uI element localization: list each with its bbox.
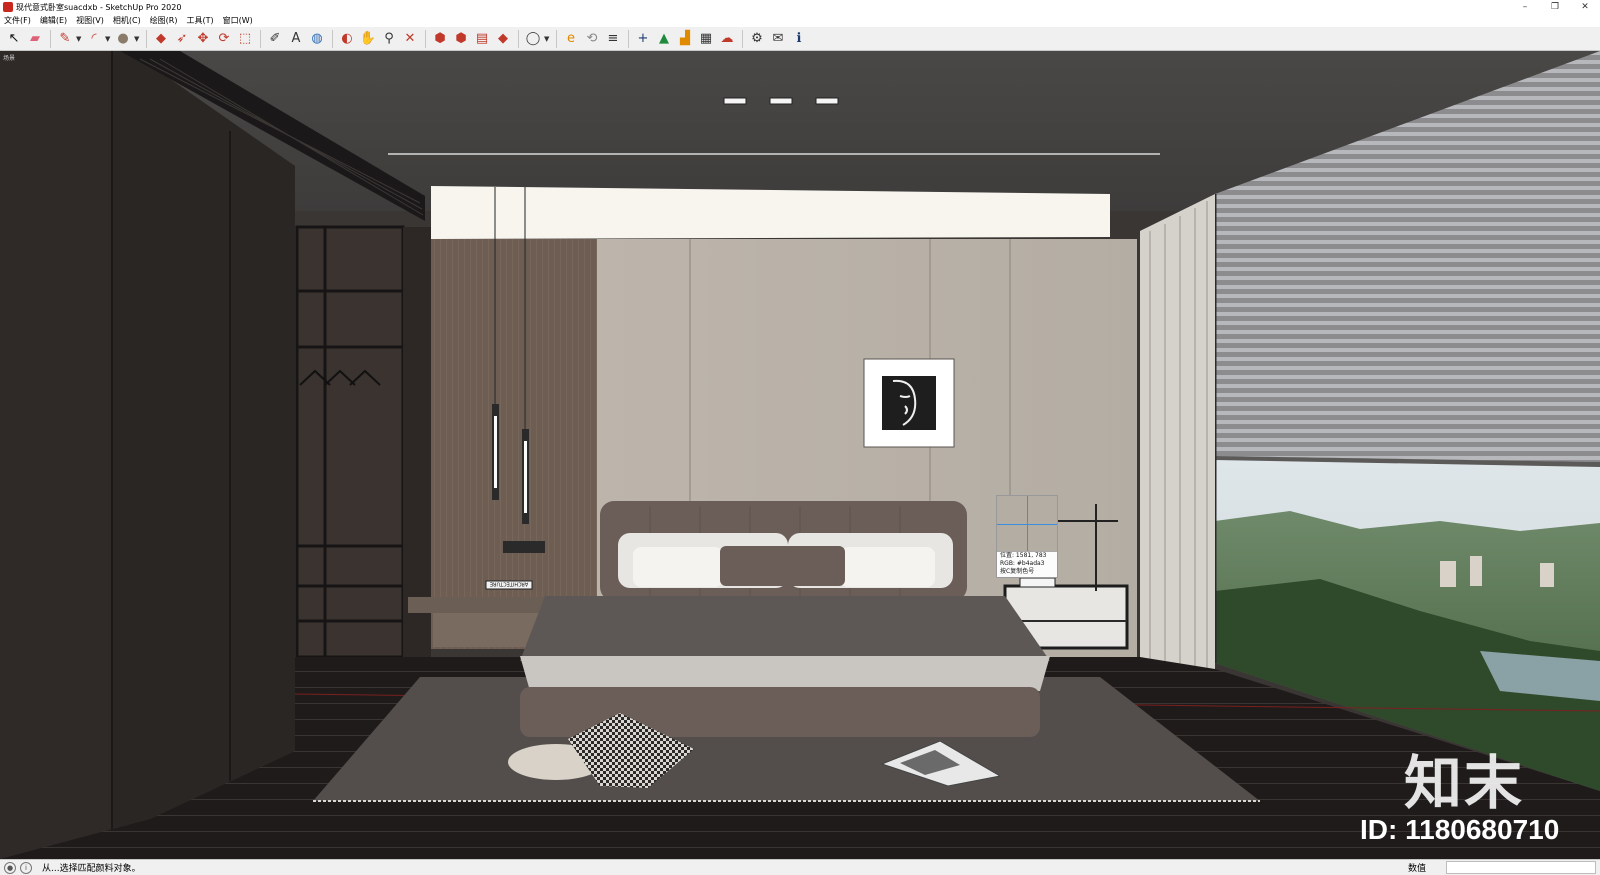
account-icon[interactable]: ◯ xyxy=(523,29,543,49)
toolbar-separator xyxy=(260,29,261,48)
paint-bucket-icon[interactable]: ◍ xyxy=(307,29,327,49)
scale-icon[interactable]: ⬚ xyxy=(235,29,255,49)
push-pull-icon[interactable]: ◆ xyxy=(151,29,171,49)
menu-tools[interactable]: 工具(T) xyxy=(187,15,214,26)
stairs-icon[interactable]: ▟ xyxy=(675,29,695,49)
menu-draw[interactable]: 绘图(R) xyxy=(150,15,178,26)
toolbar-separator xyxy=(332,29,333,48)
shapes-icon[interactable]: ● xyxy=(113,29,133,49)
menu-bar: 文件(F) 编辑(E) 视图(V) 相机(C) 绘图(R) 工具(T) 窗口(W… xyxy=(0,14,1600,27)
toolbar-separator xyxy=(628,29,629,48)
close-button[interactable]: ✕ xyxy=(1570,0,1600,14)
accent-pillow xyxy=(720,546,845,586)
bed-throw xyxy=(520,596,1050,661)
light-cove xyxy=(431,186,1110,239)
pencil-icon[interactable]: ✎ xyxy=(55,29,75,49)
toolbar-separator xyxy=(556,29,557,48)
tape-measure-icon[interactable]: ✐ xyxy=(265,29,285,49)
geo-location-icon[interactable]: ● xyxy=(4,861,16,874)
chevron-down-icon[interactable]: ▼ xyxy=(76,35,84,43)
watermark-id: ID: 1180680710 xyxy=(1360,814,1560,845)
eraser-icon[interactable]: ▰ xyxy=(25,29,45,49)
toolbar-separator xyxy=(146,29,147,48)
upload-icon[interactable]: ☁ xyxy=(717,29,737,49)
minimize-button[interactable]: – xyxy=(1510,0,1540,14)
info-icon[interactable]: ℹ xyxy=(789,29,809,49)
rotate-icon[interactable]: ⟳ xyxy=(214,29,234,49)
chevron-down-icon[interactable]: ▼ xyxy=(134,35,142,43)
chevron-down-icon[interactable]: ▼ xyxy=(105,35,113,43)
status-bar: ● i 从...选择匹配颜料对象。 数值 xyxy=(0,859,1600,875)
toolbar-separator xyxy=(518,29,519,48)
measurements-label: 数值 xyxy=(1408,864,1427,874)
credits-icon[interactable]: i xyxy=(20,861,32,874)
plugin-e-icon[interactable]: e xyxy=(561,29,581,49)
follow-me-icon[interactable]: ➶ xyxy=(172,29,192,49)
tooltip-copy-hint: 按C复制色号 xyxy=(1000,568,1035,575)
color-picker-tooltip: 位置: 1581, 783 RGB: #b4ada3 按C复制色号 xyxy=(996,495,1058,578)
layers-icon[interactable]: ≡ xyxy=(603,29,623,49)
menu-camera[interactable]: 相机(C) xyxy=(113,15,141,26)
sheer-curtain xyxy=(1140,194,1215,669)
warehouse-icon[interactable]: ⬢ xyxy=(430,29,450,49)
menu-window[interactable]: 窗口(W) xyxy=(223,15,253,26)
toolbar: ↖ ▰ ✎ ▼ ◜ ▼ ● ▼ ◆ ➶ ✥ ⟳ ⬚ ✐ A ◍ ◐ ✋ ⚲ ✕ ⬢ ⬢ ▤ ◆ ◯ ▼ e ⟲ ≡ + ▲ ▟ ▦ ☁ ⚙ ✉ ℹ xyxy=(0,27,1600,51)
arc-icon[interactable]: ◜ xyxy=(84,29,104,49)
select-icon[interactable]: ↖ xyxy=(4,29,24,49)
pan-icon[interactable]: ✋ xyxy=(358,29,378,49)
add-icon[interactable]: + xyxy=(633,29,653,49)
scene-label: 场景 xyxy=(3,55,16,62)
tooltip-rgb: RGB: #b4ada3 xyxy=(1000,560,1045,567)
watermark-logo: 知末 xyxy=(1404,749,1525,817)
settings-icon[interactable]: ⚙ xyxy=(747,29,767,49)
ruby-icon[interactable]: ◆ xyxy=(493,29,513,49)
mail-icon[interactable]: ✉ xyxy=(768,29,788,49)
orbit-icon[interactable]: ◐ xyxy=(337,29,357,49)
sync-icon[interactable]: ⟲ xyxy=(582,29,602,49)
tooltip-position: 位置: 1581, 783 xyxy=(1000,552,1047,559)
text-icon[interactable]: A xyxy=(286,29,306,49)
chevron-down-icon[interactable]: ▼ xyxy=(544,35,552,43)
toolbar-separator xyxy=(742,29,743,48)
book-spine-label: ARCHITECTURE xyxy=(490,581,528,587)
zoom-extents-icon[interactable]: ✕ xyxy=(400,29,420,49)
sketchup-logo-icon xyxy=(3,2,13,12)
measurements-input[interactable] xyxy=(1446,861,1596,874)
ceiling-lights xyxy=(723,97,839,105)
menu-view[interactable]: 视图(V) xyxy=(76,15,104,26)
menu-file[interactable]: 文件(F) xyxy=(4,15,31,26)
toolbar-separator xyxy=(425,29,426,48)
color-swatch xyxy=(997,496,1057,552)
maximize-button[interactable]: ❐ xyxy=(1540,0,1570,14)
layout-icon[interactable]: ▤ xyxy=(472,29,492,49)
3d-viewport[interactable]: 场景 ARCHITECTURE 位置: 1581, 783 RGB: #b4ad… xyxy=(0,51,1600,859)
status-message: 从...选择匹配颜料对象。 xyxy=(42,864,141,874)
move-icon[interactable]: ✥ xyxy=(193,29,213,49)
checker-icon[interactable]: ▦ xyxy=(696,29,716,49)
toolbar-separator xyxy=(50,29,51,48)
menu-edit[interactable]: 编辑(E) xyxy=(40,15,67,26)
bedroom-render: ARCHITECTURE xyxy=(0,51,1600,859)
extension-warehouse-icon[interactable]: ⬢ xyxy=(451,29,471,49)
tree-icon[interactable]: ▲ xyxy=(654,29,674,49)
title-bar: 现代意式卧室suacdxb - SketchUp Pro 2020 – ❐ ✕ xyxy=(0,0,1600,14)
zoom-icon[interactable]: ⚲ xyxy=(379,29,399,49)
window-title: 现代意式卧室suacdxb - SketchUp Pro 2020 xyxy=(16,2,182,12)
